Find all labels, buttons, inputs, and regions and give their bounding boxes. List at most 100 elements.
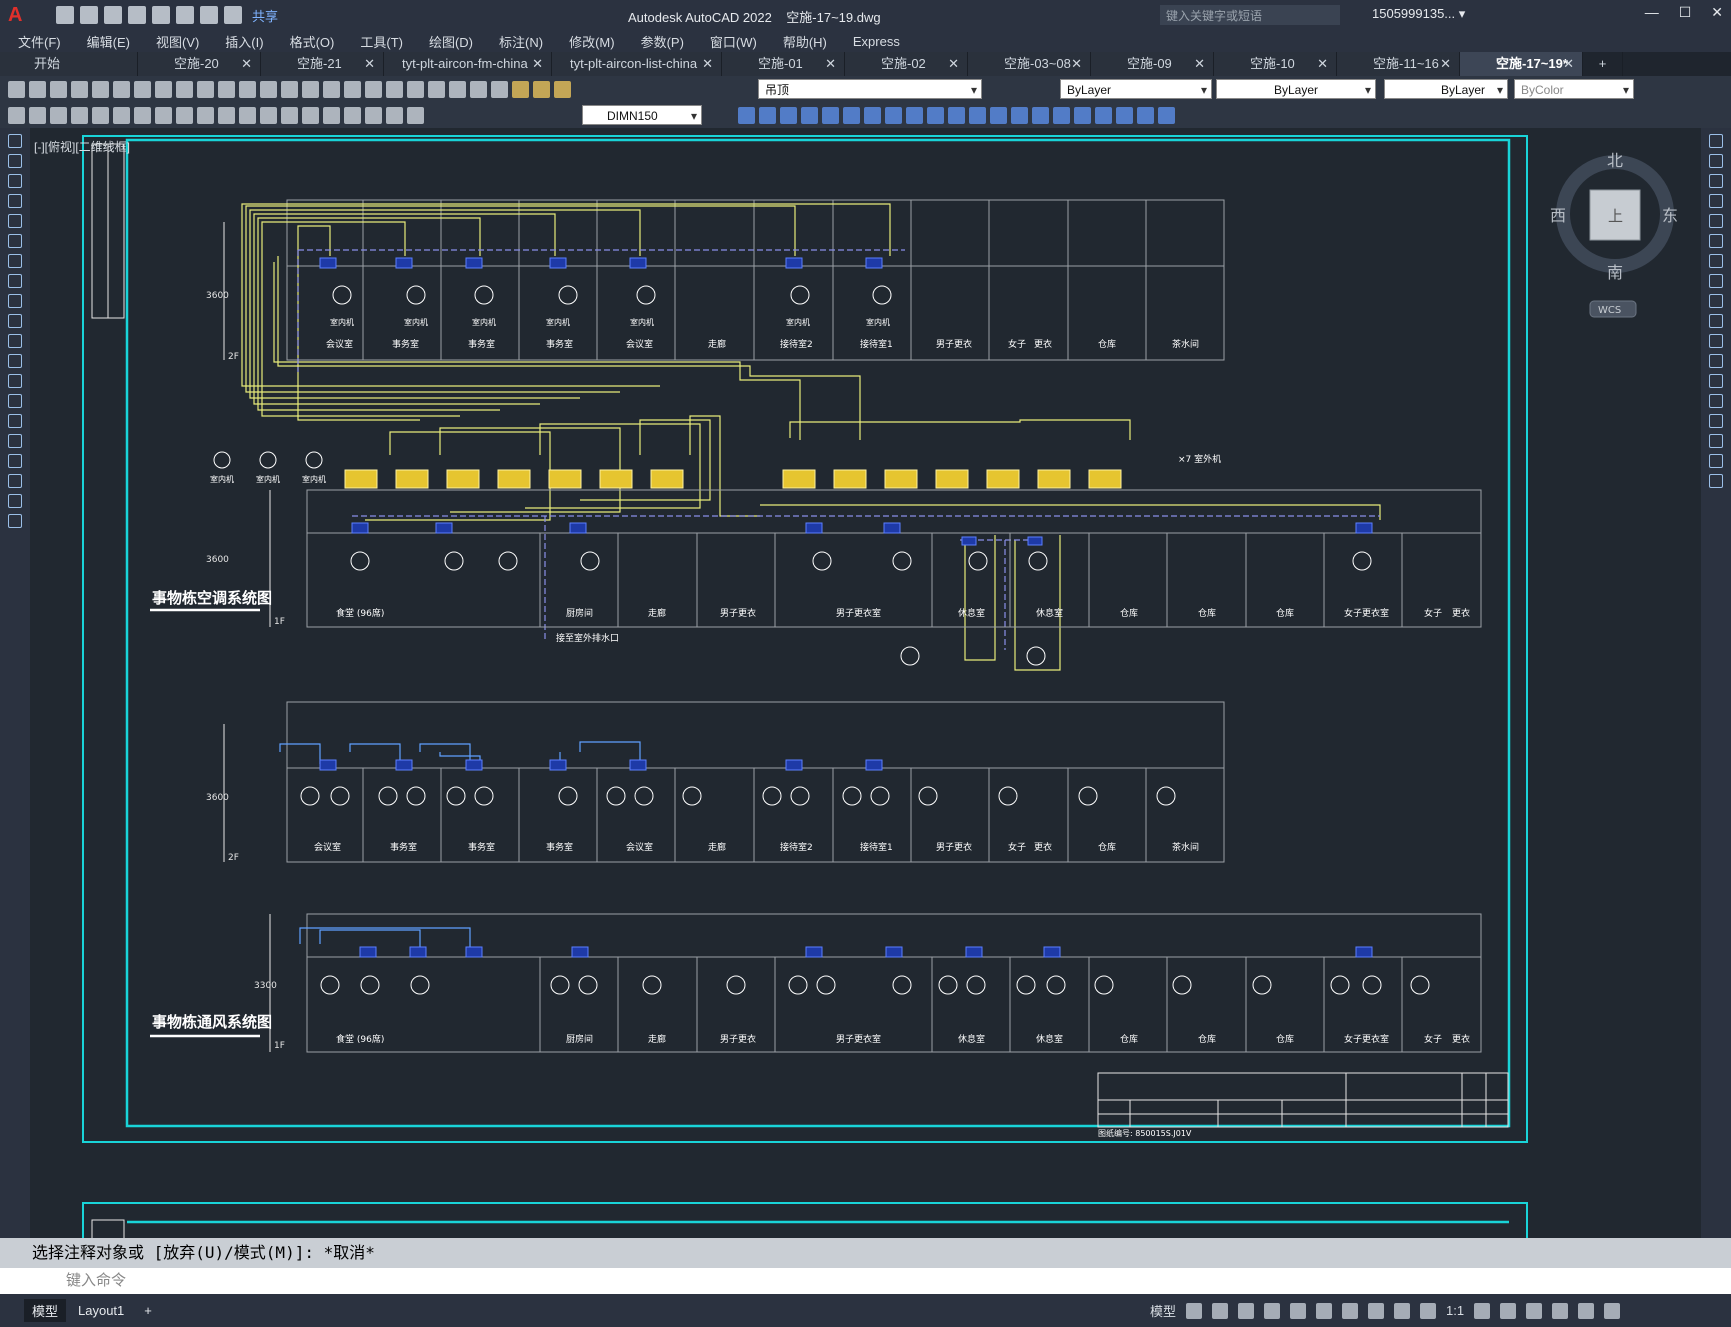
cut-icon[interactable] [134, 80, 151, 98]
new-icon[interactable] [56, 6, 74, 24]
extend-icon[interactable] [1709, 334, 1723, 348]
dim-arc-icon[interactable] [71, 106, 88, 124]
dim-baseline-icon[interactable] [218, 106, 235, 124]
layer-lock-icon[interactable] [554, 80, 571, 98]
polygon-icon[interactable] [8, 194, 22, 208]
scale-icon[interactable] [1709, 274, 1723, 288]
save-icon[interactable] [104, 6, 122, 24]
copy-icon[interactable] [155, 80, 172, 98]
rotate-icon[interactable] [843, 106, 860, 124]
menu-express[interactable]: Express [853, 34, 900, 49]
customize-icon[interactable] [1604, 1302, 1621, 1319]
explode-icon[interactable] [1032, 106, 1049, 124]
draworder-icon[interactable] [1116, 106, 1133, 124]
block-icon[interactable] [1137, 106, 1154, 124]
new-tab-button[interactable]: + [1583, 52, 1623, 76]
tab-close-icon[interactable]: ✕ [1071, 52, 1082, 76]
dimstyle-dropdown[interactable]: DIMN150 ▾ [582, 105, 702, 125]
search-input[interactable]: 键入关键字或短语 [1160, 5, 1340, 25]
quick-dim-icon[interactable] [197, 106, 214, 124]
snap-icon[interactable] [1212, 1302, 1229, 1319]
zoom-realtime-icon[interactable] [281, 80, 298, 98]
chamfer-icon[interactable] [1709, 414, 1723, 428]
annotation-visibility-icon[interactable] [1394, 1302, 1411, 1319]
menu-help[interactable]: 帮助(H) [783, 32, 827, 51]
circle-icon[interactable] [8, 254, 22, 268]
scale-icon[interactable] [864, 106, 881, 124]
construction-line-icon[interactable] [8, 154, 22, 168]
rectangle-icon[interactable] [8, 214, 22, 228]
color-dropdown[interactable]: ByLayer ▾ [1060, 79, 1212, 99]
tab-close-icon[interactable]: ✕ [702, 52, 713, 76]
lineweight-icon[interactable] [1368, 1302, 1385, 1319]
plus-icon[interactable] [1500, 1302, 1517, 1319]
annotation-scale[interactable]: 1:1 [1446, 1303, 1464, 1318]
layer-freeze-icon[interactable] [533, 80, 550, 98]
region-icon[interactable] [8, 454, 22, 468]
tab-close-icon[interactable]: ✕ [1317, 52, 1328, 76]
menu-view[interactable]: 视图(V) [156, 32, 199, 51]
menu-parametric[interactable]: 参数(P) [641, 32, 684, 51]
mirror-icon[interactable] [1709, 174, 1723, 188]
viewport-label[interactable]: [-][俯视][二维线框] [34, 138, 130, 155]
insert-block-icon[interactable] [8, 354, 22, 368]
compass-north[interactable]: 北 [1607, 151, 1623, 170]
extend-icon[interactable] [927, 106, 944, 124]
join-icon[interactable] [969, 106, 986, 124]
line-icon[interactable] [8, 134, 22, 148]
fillet-icon[interactable] [1011, 106, 1028, 124]
menu-tools[interactable]: 工具(T) [360, 32, 403, 51]
erase-icon[interactable] [1709, 134, 1723, 148]
pan-icon[interactable] [260, 80, 277, 98]
menu-modify[interactable]: 修改(M) [569, 32, 615, 51]
ortho-icon[interactable] [1238, 1302, 1255, 1319]
menu-edit[interactable]: 编辑(E) [87, 32, 130, 51]
trim-icon[interactable] [1709, 314, 1723, 328]
tab-kongshi-10[interactable]: 空施-10 ✕ [1214, 52, 1337, 76]
mirror-icon[interactable] [759, 106, 776, 124]
user-account[interactable]: 1505999135... ▾ [1372, 6, 1465, 22]
move-icon[interactable] [1709, 234, 1723, 248]
ellipse-icon[interactable] [8, 314, 22, 328]
tab-kongshi-09[interactable]: 空施-09 ✕ [1091, 52, 1214, 76]
open-icon[interactable] [29, 80, 46, 98]
trim-icon[interactable] [906, 106, 923, 124]
stretch-icon[interactable] [1709, 294, 1723, 308]
model-layout-tab[interactable]: 模型 [24, 1299, 67, 1322]
zoom-previous-icon[interactable] [323, 80, 340, 98]
group-icon[interactable] [1074, 106, 1091, 124]
compass-west[interactable]: 西 [1550, 206, 1566, 225]
spline-icon[interactable] [8, 294, 22, 308]
layer-properties-icon[interactable] [491, 80, 508, 98]
copy-icon[interactable] [1709, 154, 1723, 168]
menu-dimension[interactable]: 标注(N) [499, 32, 543, 51]
help-icon[interactable] [470, 80, 487, 98]
undo-icon[interactable] [218, 80, 235, 98]
center-mark-icon[interactable] [323, 106, 340, 124]
insert-icon[interactable] [1158, 106, 1175, 124]
erase-icon[interactable] [1053, 106, 1070, 124]
layout1-tab[interactable]: Layout1 [70, 1301, 132, 1320]
dim-radius-icon[interactable] [113, 106, 130, 124]
redo-icon[interactable] [224, 6, 242, 24]
menu-format[interactable]: 格式(O) [290, 32, 335, 51]
tab-kongshi-20[interactable]: 空施-20 ✕ [138, 52, 261, 76]
command-input[interactable]: 键入命令 [0, 1268, 1731, 1294]
tab-aircon-list[interactable]: tyt-plt-aircon-list-china ✕ [552, 52, 722, 76]
paste-icon[interactable] [176, 80, 193, 98]
array-icon[interactable] [801, 106, 818, 124]
inspect-icon[interactable] [344, 106, 361, 124]
menu-window[interactable]: 窗口(W) [710, 32, 757, 51]
tab-close-icon[interactable]: ✕ [948, 52, 959, 76]
stretch-icon[interactable] [885, 106, 902, 124]
arc-icon[interactable] [8, 234, 22, 248]
plot-icon[interactable] [176, 6, 194, 24]
dim-jogged-icon[interactable] [134, 106, 151, 124]
join-icon[interactable] [1709, 394, 1723, 408]
tab-start[interactable]: 开始 [0, 52, 138, 76]
layer-dropdown[interactable]: 吊顶 ▾ [758, 79, 982, 99]
dim-diameter-icon[interactable] [155, 106, 172, 124]
make-block-icon[interactable] [8, 374, 22, 388]
dim-break-icon[interactable] [281, 106, 298, 124]
dim-ordinate-icon[interactable] [92, 106, 109, 124]
